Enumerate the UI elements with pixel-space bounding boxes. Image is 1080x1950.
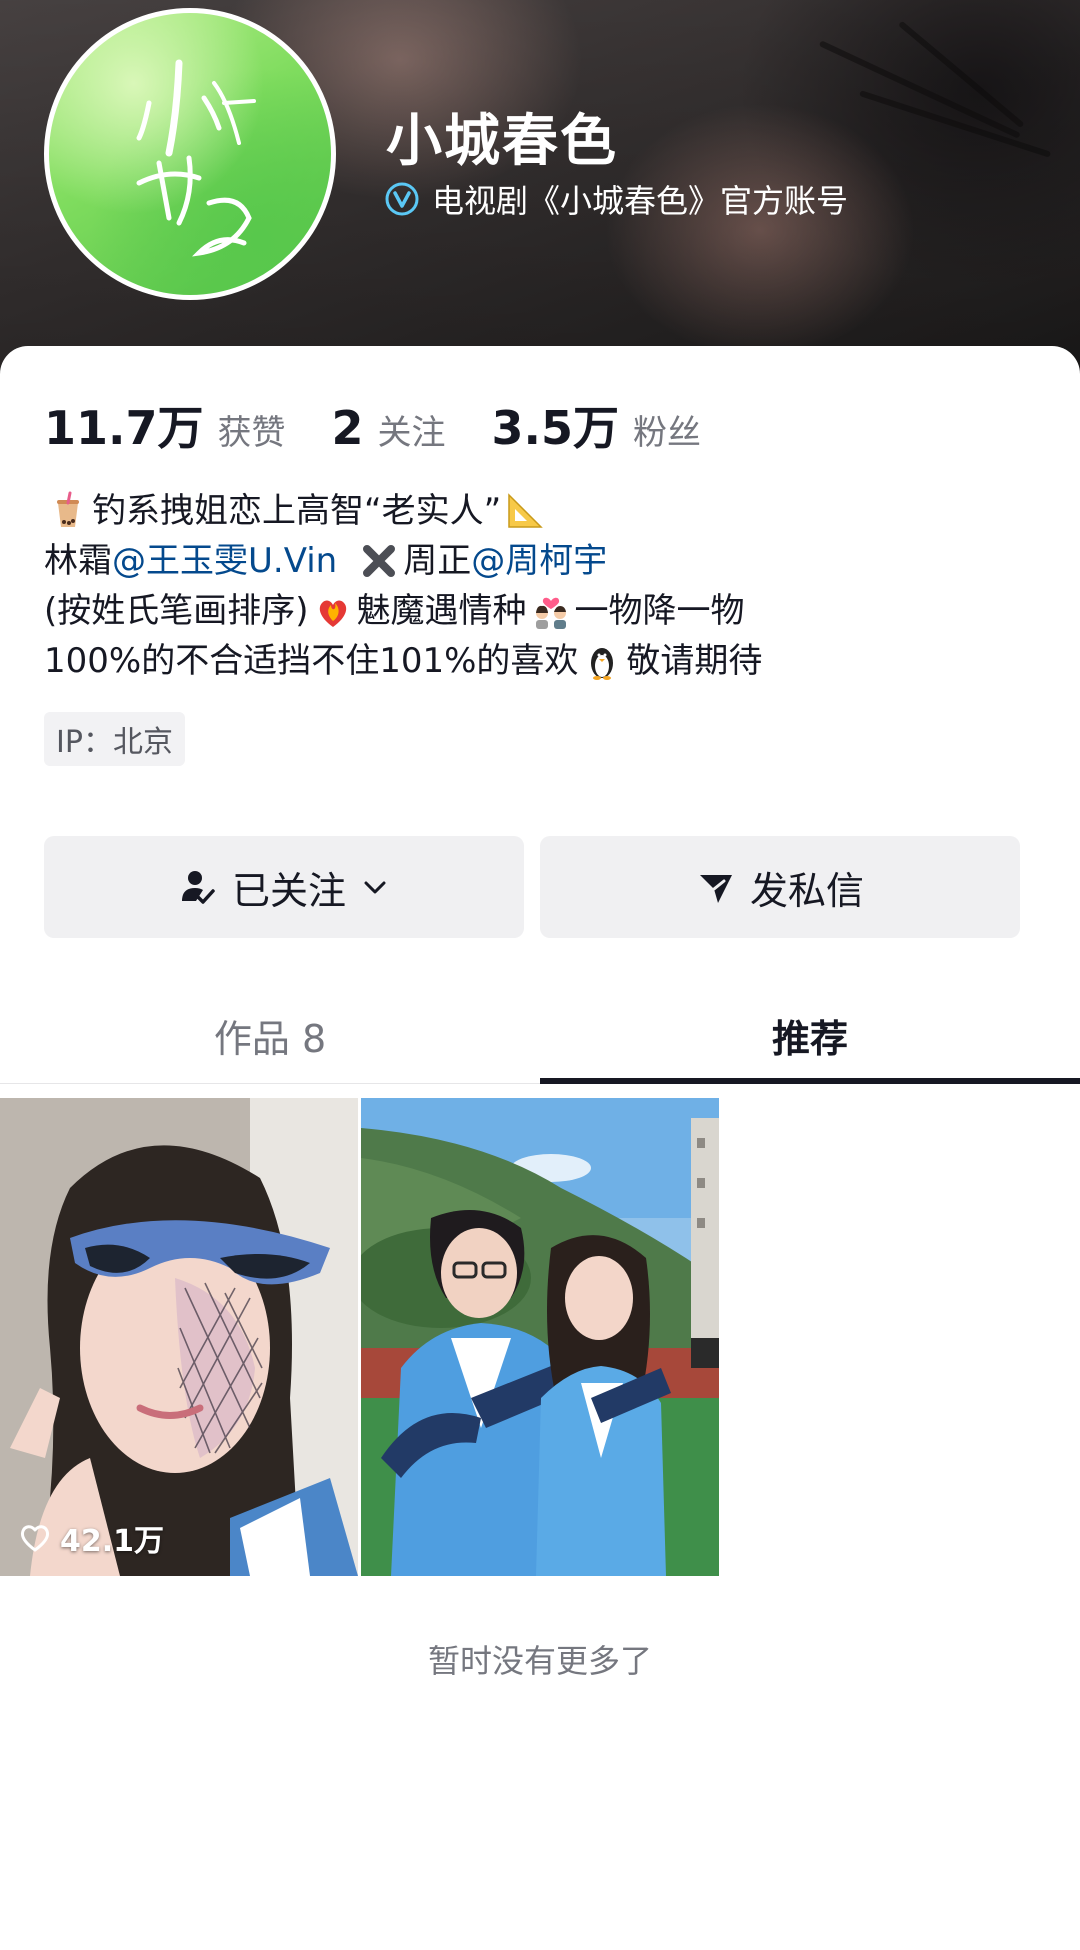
- ip-location-tag: IP：北京: [44, 712, 185, 766]
- video-thumbnail-image: [361, 1098, 719, 1576]
- no-more-content-text: 暂时没有更多了: [427, 1642, 652, 1680]
- bio-text: 一物降一物: [574, 591, 745, 631]
- stat-following[interactable]: 2 关注: [332, 401, 446, 455]
- stat-likes[interactable]: 11.7万 获赞: [44, 392, 286, 458]
- bio-text: 林霜: [44, 541, 112, 581]
- profile-card: 11.7万 获赞 2 关注 3.5万 粉丝 钓系拽姐恋上高智“老实人” 林霜 @…: [0, 346, 1080, 1950]
- user-check-icon: [181, 871, 215, 904]
- video-thumbnail[interactable]: [361, 1098, 719, 1576]
- following-button[interactable]: 已关注: [44, 836, 524, 938]
- stat-likes-label: 获赞: [217, 413, 286, 453]
- tab-recommend[interactable]: 推荐: [540, 990, 1080, 1080]
- mention-link[interactable]: @周柯宇: [471, 536, 607, 586]
- bio-line: 林霜 @王玉雯U.Vin 周正 @周柯宇: [44, 536, 1044, 586]
- bio-text: 周正: [403, 541, 472, 581]
- stat-likes-value: 11.7万: [44, 401, 204, 455]
- verified-row: 电视剧《小城春色》官方账号: [384, 176, 848, 222]
- stat-following-value: 2: [331, 401, 364, 455]
- following-label: 已关注: [231, 868, 346, 913]
- bio-text: 100%的不合适挡不住101%的喜欢: [44, 641, 579, 681]
- bio-text: (按姓氏笔画排序): [44, 591, 309, 631]
- video-thumbnail-image: [0, 1098, 358, 1576]
- stat-followers-label: 粉丝: [633, 413, 702, 453]
- penguin-icon: [591, 648, 614, 680]
- stat-followers[interactable]: 3.5万 粉丝: [492, 392, 702, 458]
- heart-on-fire-icon: [319, 600, 346, 627]
- bio-line: 钓系拽姐恋上高智“老实人”: [44, 486, 1044, 536]
- video-likes-count: 42.1万: [60, 1524, 165, 1559]
- bio-line: 100%的不合适挡不住101%的喜欢 敬请期待: [44, 636, 1044, 686]
- tab-works[interactable]: 作品 8: [0, 990, 540, 1080]
- video-grid: 42.1万: [0, 1098, 1080, 1576]
- mention-link[interactable]: @王玉雯U.Vin: [112, 536, 337, 586]
- heart-outline-icon: [20, 1525, 50, 1552]
- content-tabs: 作品 8 推荐: [0, 990, 1080, 1086]
- verified-badge-icon: [385, 182, 419, 216]
- avatar-calligraphy-logo: [136, 59, 256, 257]
- chevron-down-icon: [364, 881, 386, 894]
- verified-label: 电视剧《小城春色》官方账号: [432, 182, 849, 220]
- bio-line: (按姓氏笔画排序) 魅魔遇情种 一物降一物: [44, 586, 1044, 636]
- bubble-tea-icon: [57, 491, 79, 527]
- profile-banner: 小城春色 电视剧《小城春色》官方账号: [0, 0, 1080, 380]
- avatar[interactable]: [44, 8, 336, 300]
- triangular-ruler-icon: [508, 493, 544, 528]
- bio-text: 敬请期待: [626, 641, 763, 681]
- stats-row: 11.7万 获赞 2 关注 3.5万 粉丝: [44, 392, 747, 458]
- bio-text: 钓系拽姐恋上高智“老实人”: [92, 491, 502, 531]
- video-thumbnail[interactable]: 42.1万: [0, 1098, 358, 1576]
- profile-name: 小城春色: [386, 109, 618, 174]
- cross-mark-icon: [363, 545, 396, 577]
- tabs-divider: [0, 1083, 540, 1084]
- paper-plane-icon: [699, 875, 732, 903]
- video-likes: 42.1万: [18, 1516, 164, 1560]
- bio: 钓系拽姐恋上高智“老实人” 林霜 @王玉雯U.Vin 周正 @周柯宇 (按姓氏笔…: [44, 486, 1044, 686]
- stat-followers-value: 3.5万: [491, 401, 620, 455]
- bio-text: 魅魔遇情种: [356, 591, 527, 631]
- active-tab-indicator: [540, 1078, 1080, 1084]
- couple-with-heart-icon: [535, 597, 566, 629]
- send-message-button[interactable]: 发私信: [540, 836, 1020, 938]
- stat-following-label: 关注: [377, 413, 446, 453]
- send-message-label: 发私信: [749, 868, 864, 913]
